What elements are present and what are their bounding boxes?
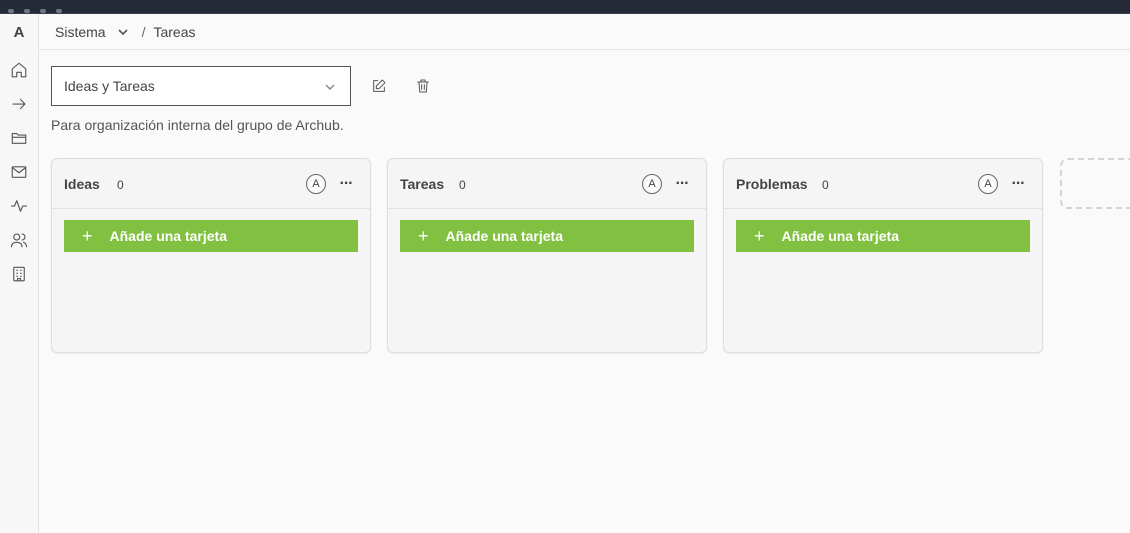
home-icon[interactable] bbox=[9, 60, 29, 80]
column-card-count: 0 bbox=[459, 178, 466, 192]
edit-icon bbox=[373, 79, 386, 92]
trash-icon bbox=[417, 79, 429, 93]
add-card-button[interactable]: + Añade una tarjeta bbox=[736, 220, 1030, 252]
users-icon[interactable] bbox=[9, 230, 29, 250]
add-card-label: Añade una tarjeta bbox=[781, 228, 899, 244]
column-header: Tareas 0 A ··· bbox=[388, 159, 706, 209]
add-card-label: Añade una tarjeta bbox=[445, 228, 563, 244]
add-column-placeholder[interactable] bbox=[1060, 158, 1130, 209]
column-header: Problemas 0 A ··· bbox=[724, 159, 1042, 209]
board-description: Para organización interna del grupo de A… bbox=[51, 117, 344, 133]
app-logo[interactable]: A bbox=[0, 14, 38, 50]
browser-top-bar bbox=[0, 0, 1130, 14]
arrow-right-icon[interactable] bbox=[9, 94, 29, 114]
chevron-down-icon bbox=[324, 80, 336, 92]
sidebar: A bbox=[0, 14, 39, 533]
add-card-button[interactable]: + Añade una tarjeta bbox=[400, 220, 694, 252]
column-tareas: Tareas 0 A ··· + Añade una tarjeta bbox=[387, 158, 707, 353]
plus-icon: + bbox=[82, 226, 93, 246]
breadcrumb-tareas[interactable]: Tareas bbox=[153, 24, 195, 40]
board-select[interactable]: Ideas y Tareas bbox=[51, 66, 351, 106]
avatar[interactable]: A bbox=[306, 174, 326, 194]
breadcrumb-separator: / bbox=[141, 23, 146, 40]
folder-icon[interactable] bbox=[9, 128, 29, 148]
board-select-value: Ideas y Tareas bbox=[64, 78, 155, 94]
chevron-down-icon[interactable] bbox=[116, 25, 130, 39]
column-header: Ideas 0 A ··· bbox=[52, 159, 370, 209]
column-title: Problemas bbox=[736, 176, 808, 192]
column-problemas: Problemas 0 A ··· + Añade una tarjeta bbox=[723, 158, 1043, 353]
add-card-label: Añade una tarjeta bbox=[109, 228, 227, 244]
delete-board-button[interactable] bbox=[412, 75, 434, 97]
column-title: Tareas bbox=[400, 176, 445, 192]
column-title: Ideas bbox=[64, 176, 100, 192]
plus-icon: + bbox=[418, 226, 429, 246]
more-options-icon[interactable]: ··· bbox=[671, 173, 693, 195]
building-icon[interactable] bbox=[9, 264, 29, 284]
mail-icon[interactable] bbox=[9, 162, 29, 182]
column-card-count: 0 bbox=[117, 178, 124, 192]
more-options-icon[interactable]: ··· bbox=[1007, 173, 1029, 195]
more-options-icon[interactable]: ··· bbox=[335, 173, 357, 195]
activity-icon[interactable] bbox=[9, 196, 29, 216]
column-card-count: 0 bbox=[822, 178, 829, 192]
browser-controls bbox=[8, 0, 158, 13]
column-ideas: Ideas 0 A ··· + Añade una tarjeta bbox=[51, 158, 371, 353]
avatar[interactable]: A bbox=[978, 174, 998, 194]
plus-icon: + bbox=[754, 226, 765, 246]
edit-board-button[interactable] bbox=[368, 75, 390, 97]
add-card-button[interactable]: + Añade una tarjeta bbox=[64, 220, 358, 252]
breadcrumb-sistema[interactable]: Sistema bbox=[55, 24, 106, 40]
breadcrumb: Sistema / Tareas bbox=[39, 14, 1130, 50]
avatar[interactable]: A bbox=[642, 174, 662, 194]
